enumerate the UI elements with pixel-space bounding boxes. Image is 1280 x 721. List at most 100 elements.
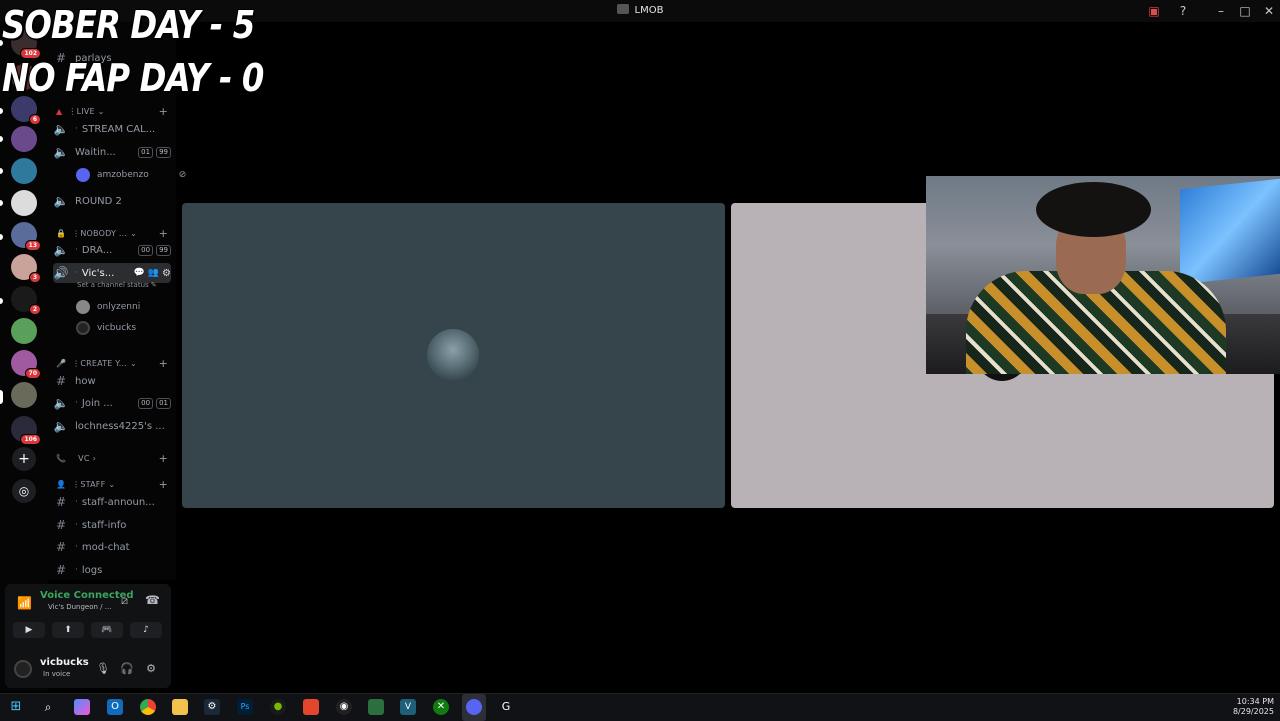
server-icon[interactable] bbox=[11, 190, 37, 216]
obs-icon[interactable]: ◉ bbox=[336, 699, 352, 715]
add-channel-icon[interactable]: + bbox=[159, 105, 168, 118]
user-status: In voice bbox=[43, 670, 71, 678]
camera-button[interactable]: ▶ bbox=[13, 622, 45, 638]
xbox-icon[interactable]: ✕ bbox=[433, 699, 449, 715]
server-icon[interactable]: 2 bbox=[11, 286, 41, 315]
voice-member[interactable]: onlyzenni bbox=[76, 300, 140, 314]
vegas-icon[interactable]: V bbox=[400, 699, 416, 715]
invite-icon[interactable]: 👥 bbox=[148, 268, 159, 278]
chat-icon[interactable]: 💬 bbox=[134, 268, 145, 278]
server-icon[interactable] bbox=[11, 158, 37, 184]
user-max: 99 bbox=[156, 146, 171, 158]
channel-round2[interactable]: 🔈 ROUND 2 bbox=[53, 191, 171, 211]
headphones-icon[interactable]: 🎧 bbox=[119, 661, 135, 677]
channel-mod-chat[interactable]: # · mod-chat bbox=[53, 537, 171, 557]
search-icon[interactable]: ⌕ bbox=[40, 699, 56, 715]
webcam-feed bbox=[926, 176, 1280, 374]
add-channel-icon[interactable]: + bbox=[159, 452, 168, 465]
logitech-icon[interactable]: G bbox=[498, 699, 514, 715]
server-icon[interactable]: 3 bbox=[11, 254, 41, 283]
voice-member[interactable]: amzobenzo ⊘ bbox=[76, 168, 186, 182]
gear-icon[interactable]: ⚙ bbox=[143, 661, 159, 677]
discord-icon[interactable] bbox=[466, 699, 482, 715]
mic-icon[interactable]: 🎙 bbox=[95, 661, 111, 677]
chrome-icon[interactable] bbox=[140, 699, 156, 715]
channel-staff-announ[interactable]: # · staff-announ... bbox=[53, 492, 171, 512]
channel-how[interactable]: # how bbox=[53, 371, 171, 391]
channel-logs[interactable]: # · logs bbox=[53, 560, 171, 580]
photoshop-icon[interactable]: Ps bbox=[237, 699, 253, 715]
user-limit: 00 01 bbox=[138, 397, 171, 409]
signal-icon[interactable]: 📶 bbox=[17, 596, 32, 610]
server-icon[interactable]: 13 bbox=[11, 222, 41, 251]
close-icon[interactable]: ✕ bbox=[1262, 4, 1276, 18]
server-icon[interactable] bbox=[11, 126, 37, 152]
add-channel-icon[interactable]: + bbox=[159, 478, 168, 491]
gear-icon[interactable]: ⚙ bbox=[162, 268, 171, 279]
taskbar: ⊞ ⌕ O ⚙ Ps ● ◉ V ✕ G 10:34 PM 8/29/2025 bbox=[0, 693, 1280, 721]
lock-icon: 🔒 bbox=[56, 229, 67, 238]
channel-staff-info[interactable]: # · staff-info bbox=[53, 515, 171, 535]
speaker-icon: 🔈 bbox=[53, 145, 69, 159]
video-tile[interactable] bbox=[182, 203, 725, 508]
discover-icon[interactable]: ◎ bbox=[12, 479, 36, 503]
speaker-icon: 🔈 bbox=[53, 122, 69, 136]
channel-status-prompt[interactable]: Set a channel status ✎ bbox=[77, 281, 157, 289]
server-icon[interactable]: 106 bbox=[11, 416, 41, 445]
category-vc[interactable]: 📞 VC › + bbox=[56, 452, 168, 465]
server-icon[interactable] bbox=[11, 382, 37, 408]
channel-join[interactable]: 🔈 · Join ... 00 01 bbox=[53, 393, 171, 413]
channel-waitin[interactable]: 🔈 Waitin... 01 99 bbox=[53, 142, 171, 162]
channel-vics-dungeon[interactable]: 🔊 · Vic's... 💬 👥 ⚙ bbox=[53, 263, 171, 283]
channel-label: DRA... bbox=[81, 244, 113, 256]
disconnect-icon[interactable]: ☎ bbox=[145, 593, 160, 607]
voice-panel: 📶 Voice Connected Vic's Dungeon / ... ⧄ … bbox=[5, 584, 171, 688]
system-clock[interactable]: 10:34 PM 8/29/2025 bbox=[1233, 697, 1274, 717]
fl-studio-icon[interactable] bbox=[303, 699, 319, 715]
soundboard-button[interactable]: ♪ bbox=[130, 622, 162, 638]
activity-button[interactable]: 🎮 bbox=[91, 622, 123, 638]
username[interactable]: vicbucks bbox=[40, 657, 89, 668]
unread-indicator bbox=[0, 108, 3, 114]
screen-share-button[interactable]: ⬆ bbox=[52, 622, 84, 638]
channel-stream-cal[interactable]: 🔈 · STREAM CAL... bbox=[53, 119, 171, 139]
store-icon[interactable] bbox=[368, 699, 384, 715]
windows-start-icon[interactable]: ⊞ bbox=[8, 699, 24, 715]
voice-status-title[interactable]: Voice Connected bbox=[40, 590, 134, 601]
category-create[interactable]: 🎤 ⋮ CREATE Y... ⌄ + bbox=[56, 357, 168, 370]
mention-badge: 3 bbox=[28, 272, 41, 283]
overlay-sober-day: SOBER DAY - 5 bbox=[2, 3, 255, 47]
voice-channel-path[interactable]: Vic's Dungeon / ... bbox=[48, 603, 111, 611]
inbox-icon[interactable]: ▣ bbox=[1147, 4, 1161, 18]
voice-member[interactable]: vicbucks bbox=[76, 321, 136, 335]
minimize-icon[interactable]: – bbox=[1214, 4, 1228, 18]
speaker-icon: 🔈 bbox=[53, 194, 69, 208]
add-channel-icon[interactable]: + bbox=[159, 227, 168, 240]
category-nobody[interactable]: 🔒 ⋮ NOBODY ... ⌄ + bbox=[56, 227, 168, 240]
separator: · bbox=[75, 124, 78, 134]
noise-suppression-icon[interactable]: ⧄ bbox=[121, 594, 128, 608]
channel-dra[interactable]: 🔈 · DRA... 00 99 bbox=[53, 240, 171, 260]
add-channel-icon[interactable]: + bbox=[159, 357, 168, 370]
server-icon[interactable]: 70 bbox=[11, 350, 41, 379]
participant-avatar bbox=[427, 329, 479, 381]
speaker-icon: 🔊 bbox=[53, 266, 69, 280]
steam-icon[interactable]: ⚙ bbox=[204, 699, 220, 715]
help-icon[interactable]: ? bbox=[1176, 4, 1190, 18]
server-icon[interactable] bbox=[11, 318, 37, 344]
channel-lochness[interactable]: 🔈 lochness4225's ... bbox=[53, 416, 171, 436]
category-staff[interactable]: 👤 ⋮ STAFF ⌄ + bbox=[56, 478, 168, 491]
tv-screen bbox=[1180, 178, 1280, 285]
separator: · bbox=[75, 565, 78, 575]
channel-label: lochness4225's ... bbox=[75, 420, 165, 432]
outlook-icon[interactable]: O bbox=[107, 699, 123, 715]
category-live[interactable]: ▲ ⋮ LIVE ⌄ + bbox=[56, 105, 168, 118]
maximize-icon[interactable]: □ bbox=[1238, 4, 1252, 18]
add-server-icon[interactable]: + bbox=[12, 447, 36, 471]
channel-label: staff-info bbox=[81, 519, 127, 531]
file-explorer-icon[interactable] bbox=[172, 699, 188, 715]
user-limit: 01 99 bbox=[138, 146, 171, 158]
user-avatar[interactable] bbox=[14, 660, 32, 678]
nvidia-icon[interactable]: ● bbox=[270, 699, 286, 715]
copilot-icon[interactable] bbox=[74, 699, 90, 715]
